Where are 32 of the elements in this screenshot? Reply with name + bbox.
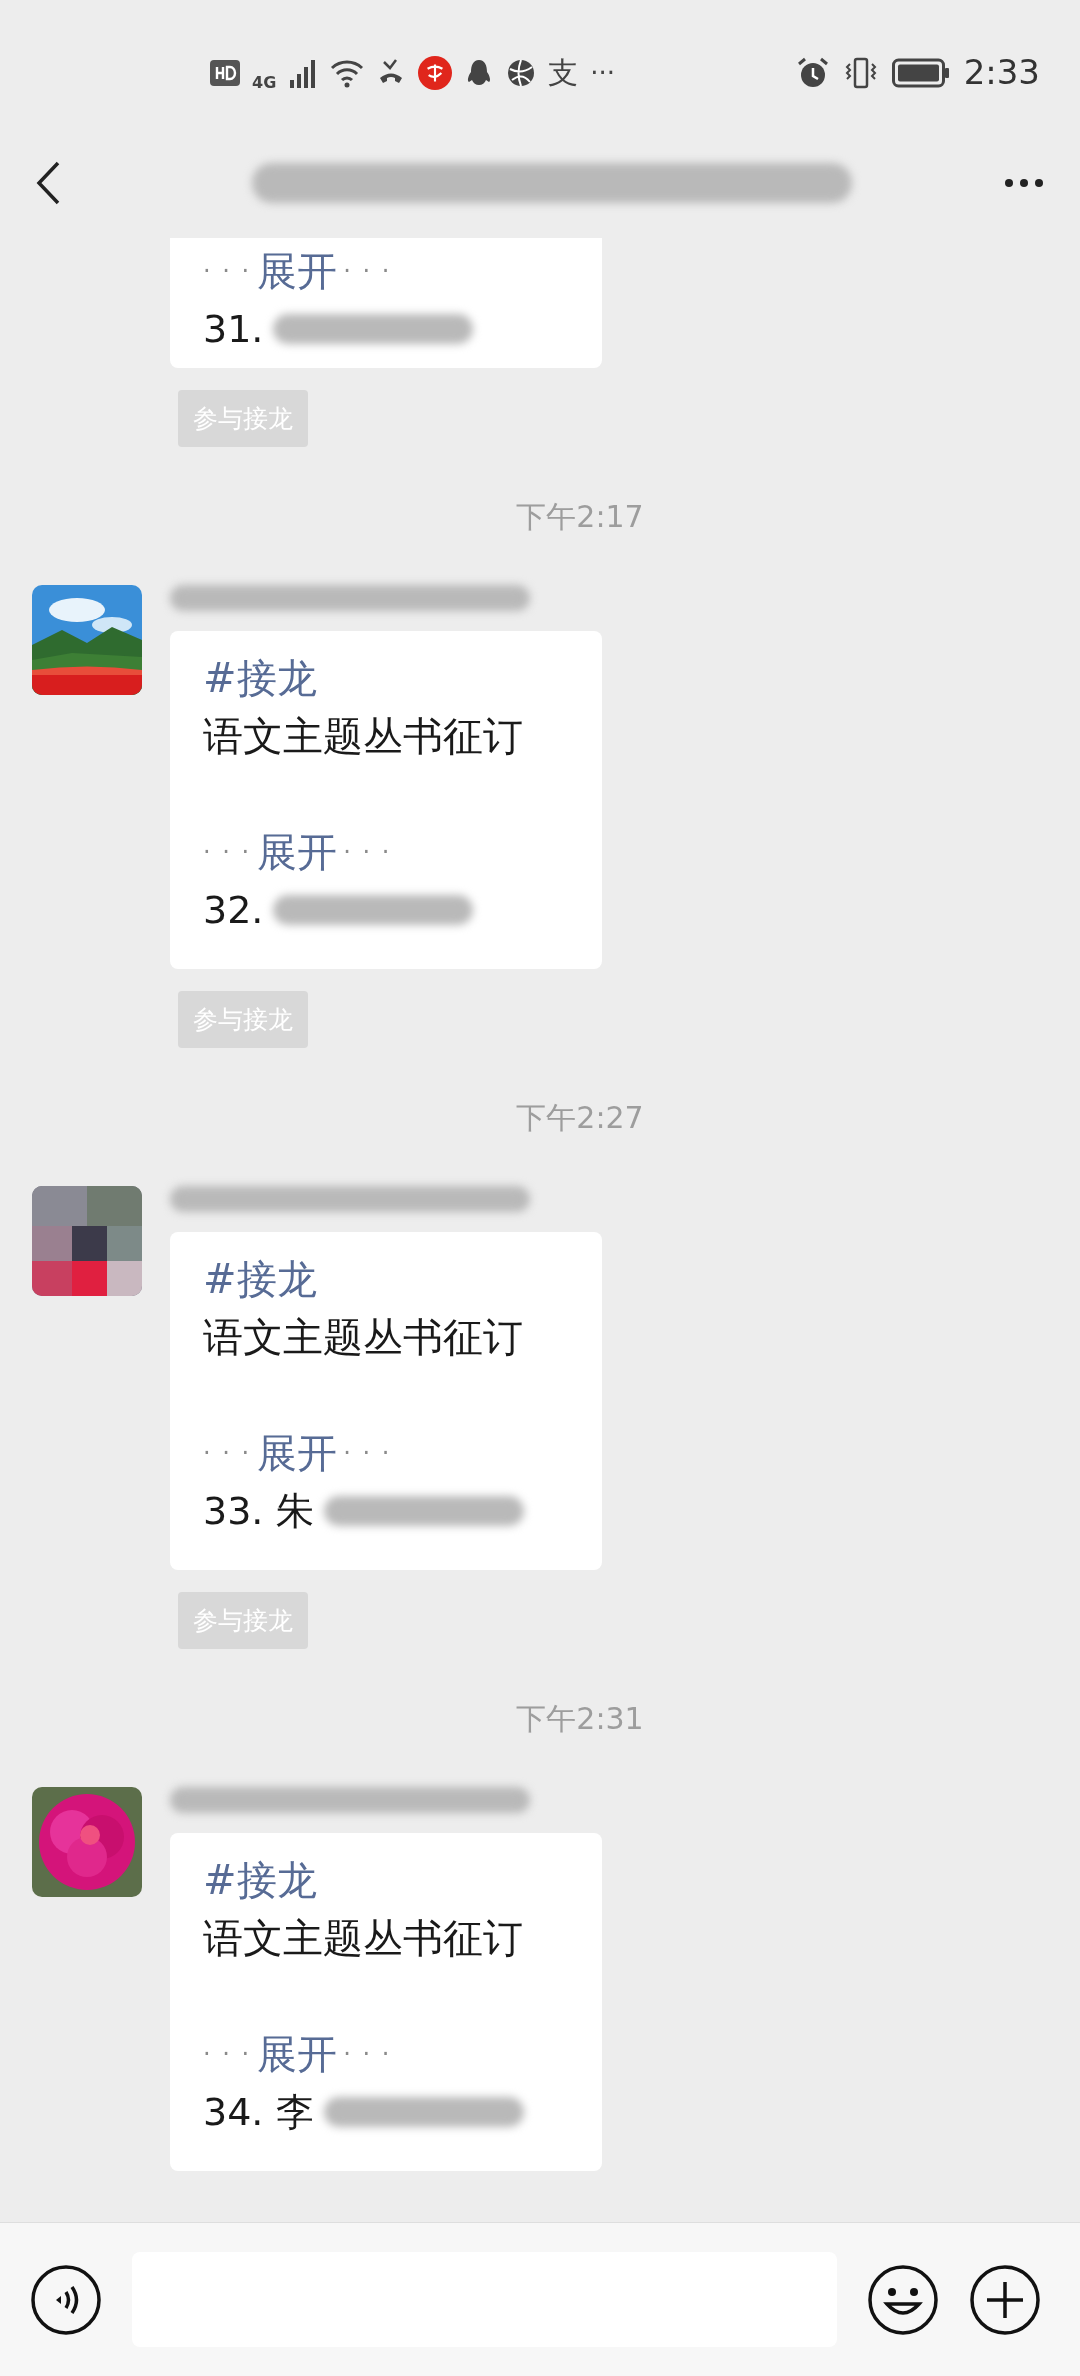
- expand-link[interactable]: · · ·展开· · ·: [203, 1424, 392, 1482]
- plus-icon[interactable]: [969, 2263, 1041, 2336]
- status-time: 2:33: [963, 51, 1040, 94]
- more-notifications: ···: [590, 59, 616, 86]
- timestamp: 下午2:31: [516, 1700, 644, 1738]
- entry-text: 31.: [203, 305, 264, 353]
- expand-link[interactable]: · · ·展开· · ·: [203, 2025, 392, 2083]
- voice-icon[interactable]: [30, 2263, 102, 2336]
- app-icon: [418, 55, 453, 90]
- tag-text: #接龙: [203, 654, 317, 703]
- alarm-icon: [795, 55, 830, 90]
- timestamp: 下午2:27: [516, 1099, 644, 1137]
- vibrate-icon: [843, 55, 878, 90]
- entry-text: 33. 朱: [203, 1487, 314, 1535]
- expand-link[interactable]: · · ·展开· · ·: [203, 823, 392, 881]
- timestamp: 下午2:17: [516, 498, 644, 536]
- network-label: 4G: [252, 71, 277, 94]
- message-title: 语文主题丛书征订: [203, 712, 523, 761]
- emoji-icon[interactable]: [867, 2263, 939, 2336]
- tag-text: #接龙: [203, 1255, 317, 1304]
- entry-text: 34. 李: [203, 2088, 314, 2136]
- more-icon[interactable]: [1004, 177, 1044, 188]
- back-icon[interactable]: [36, 160, 60, 205]
- globe-icon: [506, 57, 537, 88]
- entry-text: 32.: [203, 886, 264, 934]
- hd-icon: [210, 59, 240, 86]
- app-glyph: 支: [548, 57, 579, 88]
- tag-text: #接龙: [203, 1856, 317, 1905]
- message-title: 语文主题丛书征订: [203, 1914, 523, 1963]
- message-title: 语文主题丛书征订: [203, 1313, 523, 1362]
- expand-link[interactable]: · · ·展开· · ·: [203, 242, 392, 300]
- battery-icon: [891, 57, 950, 88]
